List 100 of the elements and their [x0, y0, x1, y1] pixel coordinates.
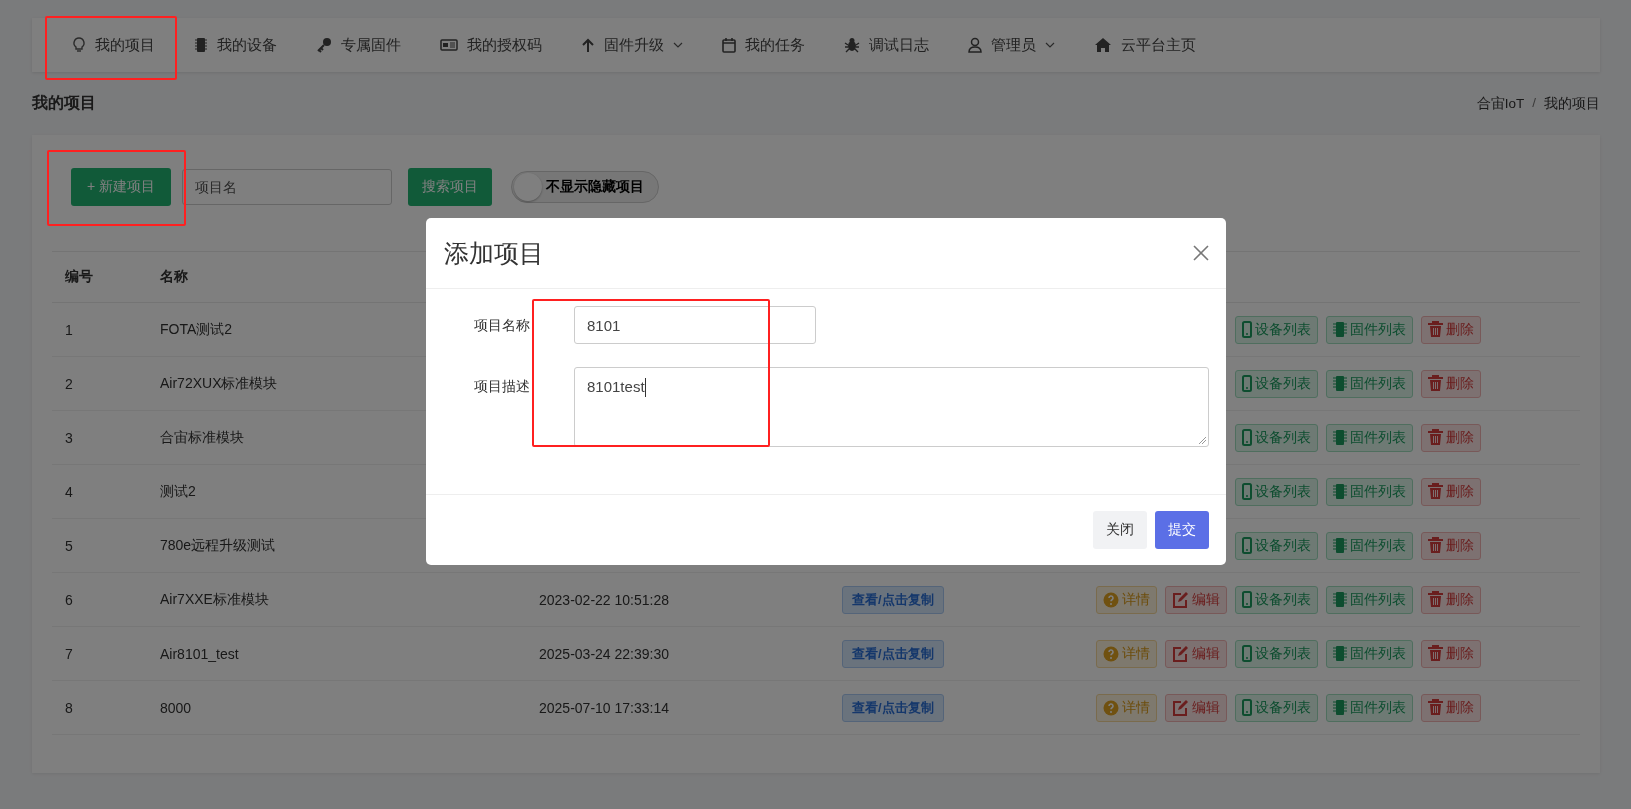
delete-button[interactable]: 删除 — [1421, 693, 1481, 722]
trash-icon — [1428, 429, 1443, 446]
nav-item[interactable]: 我的任务 — [712, 18, 815, 72]
trash-icon — [1428, 645, 1443, 662]
firmware-list-button[interactable]: 固件列表 — [1326, 639, 1413, 668]
details-button[interactable]: 详情 — [1096, 639, 1157, 668]
new-project-button[interactable]: + 新建项目 — [71, 168, 172, 206]
firmware-list-button[interactable]: 固件列表 — [1326, 315, 1413, 344]
table-cell: 4 — [65, 483, 73, 500]
chip-icon — [1333, 537, 1347, 554]
chip-icon — [194, 37, 208, 53]
firmware-list-button[interactable]: 固件列表 — [1326, 423, 1413, 452]
chip-icon — [1333, 429, 1347, 446]
table-cell: 合宙标准模块 — [160, 428, 244, 445]
chip-icon — [1333, 645, 1347, 662]
nav-item[interactable]: 我的授权码 — [430, 18, 552, 72]
close-button[interactable]: 关闭 — [1093, 511, 1147, 549]
device-list-button[interactable]: 设备列表 — [1235, 423, 1318, 452]
delete-button[interactable]: 删除 — [1421, 369, 1481, 398]
device-list-button[interactable]: 设备列表 — [1235, 531, 1318, 560]
question-icon — [1103, 645, 1119, 662]
table-cell: 5 — [65, 537, 73, 554]
trash-icon — [1428, 483, 1443, 500]
firmware-list-button[interactable]: 固件列表 — [1326, 477, 1413, 506]
search-field[interactable]: 项目名 — [182, 169, 393, 205]
table-cell: Air8101_test — [160, 645, 239, 662]
table-cell: 2025-03-24 22:39:30 — [539, 645, 669, 662]
firmware-list-button[interactable]: 固件列表 — [1326, 585, 1413, 614]
view-copy-button[interactable]: 查看/点击复制 — [842, 585, 944, 614]
trash-icon — [1428, 699, 1443, 716]
question-icon — [1103, 699, 1119, 716]
bug-icon — [844, 37, 860, 53]
delete-button[interactable]: 删除 — [1421, 423, 1481, 452]
device-list-button[interactable]: 设备列表 — [1235, 585, 1318, 614]
delete-button[interactable]: 删除 — [1421, 585, 1481, 614]
table-cell: 8000 — [160, 699, 192, 716]
input-field[interactable]: 8101 — [574, 306, 816, 344]
table-cell: 1 — [65, 321, 73, 338]
phone-icon — [1242, 375, 1252, 392]
table-cell: 6 — [65, 591, 73, 608]
firmware-list-button[interactable]: 固件列表 — [1326, 693, 1413, 722]
nav-item[interactable]: 固件升级 — [571, 18, 693, 72]
edit-button[interactable]: 编辑 — [1165, 639, 1227, 668]
view-copy-button[interactable]: 查看/点击复制 — [842, 693, 944, 722]
submit-button[interactable]: 提交 — [1155, 511, 1209, 549]
toggle-switch[interactable]: 不显示隐藏项目 — [511, 171, 660, 203]
close-icon[interactable] — [1192, 244, 1210, 262]
nav-item[interactable]: 专属固件 — [306, 18, 411, 72]
delete-button[interactable]: 删除 — [1421, 639, 1481, 668]
table-cell: Air72XUX标准模块 — [160, 374, 278, 391]
search-button[interactable]: 搜索项目 — [408, 168, 493, 206]
field-label: 项目名称 — [473, 316, 531, 335]
edit-icon — [1172, 645, 1189, 662]
device-list-button[interactable]: 设备列表 — [1235, 315, 1318, 344]
nav-item[interactable]: 管理员 — [958, 18, 1065, 72]
table-cell: FOTA测试2 — [160, 320, 233, 337]
device-list-button[interactable]: 设备列表 — [1235, 639, 1318, 668]
phone-icon — [1242, 483, 1252, 500]
trash-icon — [1428, 375, 1443, 392]
nav-item[interactable]: 我的设备 — [184, 18, 287, 72]
resize-grip-icon[interactable] — [1198, 436, 1206, 444]
table-cell: 780e远程升级测试 — [160, 536, 276, 553]
arrow-up-icon — [581, 37, 595, 53]
edit-button[interactable]: 编辑 — [1165, 585, 1227, 614]
firmware-list-button[interactable]: 固件列表 — [1326, 369, 1413, 398]
device-list-button[interactable]: 设备列表 — [1235, 693, 1318, 722]
home-icon — [1094, 37, 1112, 53]
details-button[interactable]: 详情 — [1096, 585, 1157, 614]
phone-icon — [1242, 699, 1252, 716]
firmware-list-button[interactable]: 固件列表 — [1326, 531, 1413, 560]
delete-button[interactable]: 删除 — [1421, 315, 1481, 344]
table-cell: 2025-07-10 17:33:14 — [539, 699, 669, 716]
id-card-icon — [440, 38, 458, 52]
device-list-button[interactable]: 设备列表 — [1235, 477, 1318, 506]
device-list-button[interactable]: 设备列表 — [1235, 369, 1318, 398]
phone-icon — [1242, 591, 1252, 608]
phone-icon — [1242, 321, 1252, 338]
nav-item[interactable]: 云平台主页 — [1084, 18, 1206, 72]
chip-icon — [1333, 375, 1347, 392]
calendar-icon — [722, 37, 736, 53]
breadcrumb-link[interactable]: 合宙IoT — [1476, 94, 1525, 113]
table-cell: 7 — [65, 645, 73, 662]
trash-icon — [1428, 321, 1443, 338]
nav-item[interactable]: 我的项目 — [62, 18, 165, 72]
key-icon — [316, 37, 332, 53]
table-cell: 3 — [65, 429, 73, 446]
delete-button[interactable]: 删除 — [1421, 531, 1481, 560]
table-cell: 2 — [65, 375, 73, 392]
phone-icon — [1242, 537, 1252, 554]
trash-icon — [1428, 591, 1443, 608]
breadcrumb-link[interactable]: 我的项目 — [1544, 94, 1600, 113]
table-cell: 2023-02-22 10:51:28 — [539, 591, 669, 608]
column-header: 编号 — [52, 251, 147, 303]
chip-icon — [1333, 321, 1347, 338]
delete-button[interactable]: 删除 — [1421, 477, 1481, 506]
nav-item[interactable]: 调试日志 — [834, 18, 939, 72]
edit-button[interactable]: 编辑 — [1165, 693, 1227, 722]
details-button[interactable]: 详情 — [1096, 693, 1157, 722]
view-copy-button[interactable]: 查看/点击复制 — [842, 639, 944, 668]
phone-icon — [1242, 645, 1252, 662]
